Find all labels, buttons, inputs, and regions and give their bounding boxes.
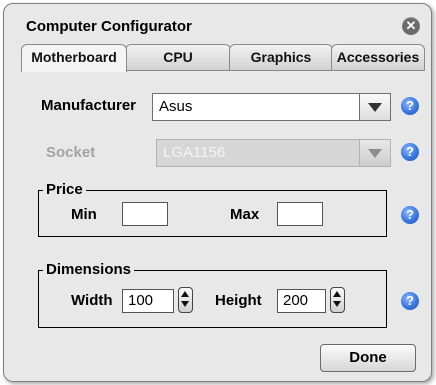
height-value: 200 xyxy=(283,292,309,309)
help-icon[interactable]: ? xyxy=(401,292,419,310)
tab-cpu[interactable]: CPU xyxy=(125,44,231,70)
socket-value: LGA1156 xyxy=(163,144,226,161)
help-icon[interactable]: ? xyxy=(401,206,419,224)
manufacturer-select[interactable]: Asus xyxy=(152,93,391,121)
close-icon[interactable]: ✕ xyxy=(402,17,420,35)
manufacturer-value: Asus xyxy=(159,98,193,115)
dimensions-group-title: Dimensions xyxy=(43,261,135,279)
height-label: Height xyxy=(215,292,262,309)
stepper-up-icon[interactable] xyxy=(333,291,341,297)
price-min-label: Min xyxy=(71,206,97,223)
price-min-field[interactable] xyxy=(122,202,168,226)
help-icon[interactable]: ? xyxy=(401,143,419,161)
tab-motherboard[interactable]: Motherboard xyxy=(21,44,127,72)
socket-label: Socket xyxy=(46,144,96,161)
chevron-down-icon[interactable] xyxy=(359,140,390,166)
stepper-down-icon[interactable] xyxy=(181,301,189,307)
height-stepper[interactable] xyxy=(330,287,345,313)
done-button[interactable]: Done xyxy=(320,344,416,372)
window-title: Computer Configurator xyxy=(26,18,192,35)
price-group-title: Price xyxy=(43,181,86,199)
socket-select[interactable]: LGA1156 xyxy=(156,139,391,167)
tab-bar: Motherboard CPU Graphics Accessories xyxy=(21,44,425,72)
chevron-down-icon[interactable] xyxy=(359,94,390,120)
price-max-field[interactable] xyxy=(277,202,323,226)
help-icon[interactable]: ? xyxy=(401,97,419,115)
width-field[interactable]: 100 xyxy=(122,289,174,313)
tab-accessories[interactable]: Accessories xyxy=(331,44,425,70)
manufacturer-label: Manufacturer xyxy=(41,97,137,114)
price-max-label: Max xyxy=(230,206,260,223)
stepper-up-icon[interactable] xyxy=(181,291,189,297)
stepper-down-icon[interactable] xyxy=(333,301,341,307)
width-label: Width xyxy=(71,292,113,309)
height-field[interactable]: 200 xyxy=(277,289,326,313)
tab-graphics[interactable]: Graphics xyxy=(229,44,333,70)
width-stepper[interactable] xyxy=(178,287,193,313)
width-value: 100 xyxy=(128,292,154,309)
configurator-window: Computer Configurator ✕ Motherboard CPU … xyxy=(3,3,432,382)
